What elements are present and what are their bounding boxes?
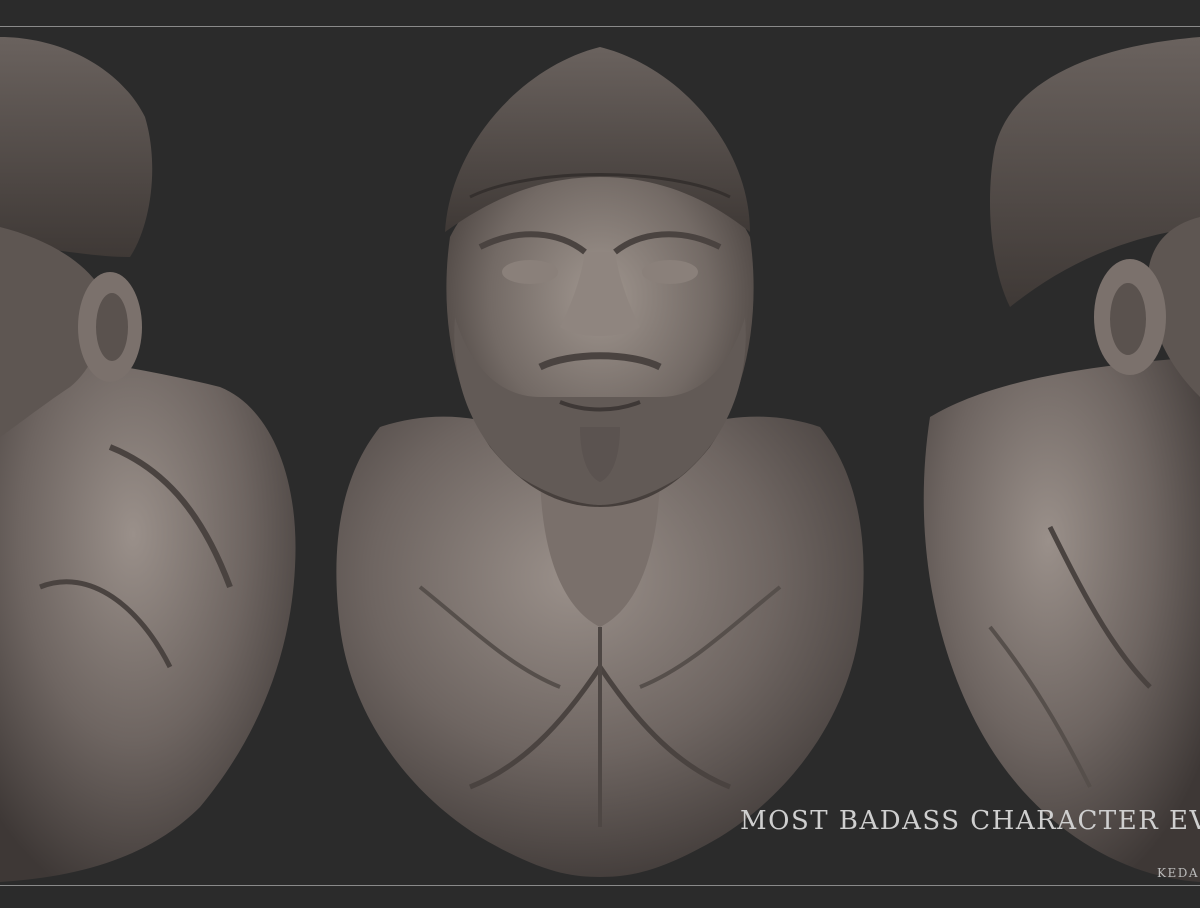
left-bust-side-view — [0, 37, 296, 882]
bottom-frame-line — [0, 885, 1200, 886]
artwork-caption: MOST BADASS CHARACTER EVER — [740, 806, 1200, 836]
sculpt-illustration — [0, 37, 1200, 882]
sculpt-render-area — [0, 27, 1200, 885]
artist-signature: KEDA — [1157, 866, 1200, 880]
right-bust-side-view — [923, 37, 1200, 882]
center-bust-front-view — [336, 47, 864, 877]
